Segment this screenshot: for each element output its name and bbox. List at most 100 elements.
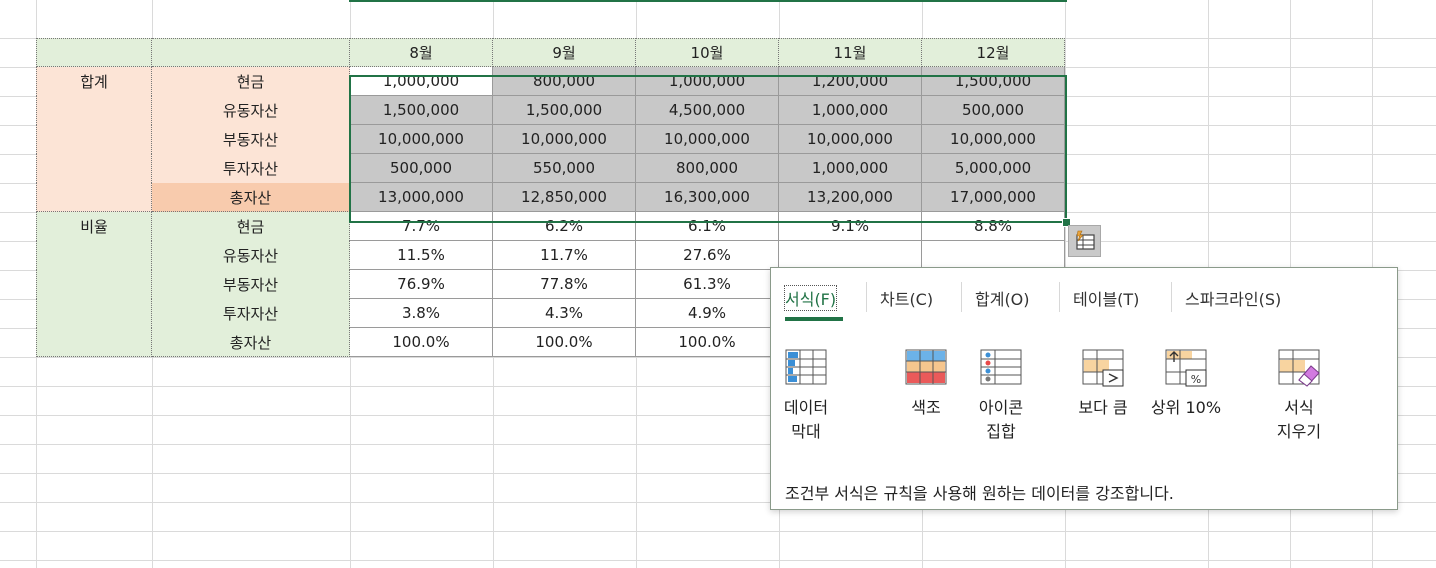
group-label-cell[interactable]: 비율 bbox=[36, 212, 152, 241]
tab-separator bbox=[961, 282, 962, 312]
value-cell[interactable]: 1,500,000 bbox=[922, 67, 1065, 96]
header-label-cell[interactable] bbox=[152, 38, 350, 67]
row-label-cell[interactable]: 현금 bbox=[152, 67, 350, 96]
tool-label: 아이콘 집합 bbox=[978, 398, 1024, 441]
header-corner-cell[interactable] bbox=[36, 38, 152, 67]
value-cell[interactable]: 800,000 bbox=[493, 67, 636, 96]
row-label-cell[interactable]: 총자산 bbox=[152, 328, 350, 357]
value-cell[interactable]: 4.9% bbox=[636, 299, 779, 328]
group-label-cell[interactable] bbox=[36, 125, 152, 154]
value-cell[interactable]: 800,000 bbox=[636, 154, 779, 183]
tab-2[interactable]: 합계(O) bbox=[975, 286, 1030, 310]
value-cell[interactable]: 12,850,000 bbox=[493, 183, 636, 212]
tool-color-scale[interactable]: 색조 bbox=[886, 348, 966, 420]
row-label-cell[interactable]: 투자자산 bbox=[152, 154, 350, 183]
value-cell[interactable]: 13,200,000 bbox=[779, 183, 922, 212]
tool-clear-format[interactable]: 서식 지우기 bbox=[1259, 348, 1339, 444]
greater-than-icon bbox=[1081, 348, 1125, 388]
data-bar-icon bbox=[784, 348, 828, 388]
tab-1[interactable]: 차트(C) bbox=[880, 286, 933, 310]
svg-text:%: % bbox=[1191, 373, 1201, 386]
month-header-cell[interactable]: 10월 bbox=[636, 38, 779, 67]
value-cell[interactable]: 1,000,000 bbox=[779, 154, 922, 183]
tool-top-10-percent[interactable]: % 상위 10% bbox=[1146, 348, 1226, 420]
value-cell[interactable]: 4,500,000 bbox=[636, 96, 779, 125]
tab-4[interactable]: 스파크라인(S) bbox=[1185, 286, 1281, 310]
group-label-cell[interactable] bbox=[36, 96, 152, 125]
value-cell[interactable]: 11.5% bbox=[350, 241, 493, 270]
column-selection-indicator bbox=[349, 0, 1067, 2]
value-cell[interactable] bbox=[922, 241, 1065, 270]
group-label-cell[interactable] bbox=[36, 299, 152, 328]
tab-separator bbox=[1171, 282, 1172, 312]
panel-description: 조건부 서식은 규칙을 사용해 원하는 데이터를 강조합니다. bbox=[785, 484, 1174, 503]
tab-0[interactable]: 서식(F) bbox=[783, 285, 838, 311]
group-label-cell[interactable] bbox=[36, 154, 152, 183]
tool-label: 색조 bbox=[911, 398, 941, 417]
value-cell[interactable]: 1,000,000 bbox=[636, 67, 779, 96]
row-label-cell[interactable]: 부동자산 bbox=[152, 125, 350, 154]
quick-analysis-icon bbox=[1075, 230, 1095, 250]
value-cell[interactable]: 16,300,000 bbox=[636, 183, 779, 212]
value-cell[interactable]: 4.3% bbox=[493, 299, 636, 328]
value-cell[interactable]: 7.7% bbox=[350, 212, 493, 241]
month-header-cell[interactable]: 12월 bbox=[922, 38, 1065, 67]
value-cell[interactable]: 27.6% bbox=[636, 241, 779, 270]
value-cell[interactable]: 1,000,000 bbox=[779, 96, 922, 125]
value-cell[interactable]: 10,000,000 bbox=[636, 125, 779, 154]
month-header-cell[interactable]: 11월 bbox=[779, 38, 922, 67]
month-header-cell[interactable]: 9월 bbox=[493, 38, 636, 67]
row-label-cell[interactable]: 총자산 bbox=[152, 183, 350, 212]
group-label-cell[interactable]: 합계 bbox=[36, 67, 152, 96]
value-cell[interactable]: 1,500,000 bbox=[493, 96, 636, 125]
value-cell[interactable]: 8.8% bbox=[922, 212, 1065, 241]
month-header-cell[interactable]: 8월 bbox=[350, 38, 493, 67]
value-cell[interactable] bbox=[779, 241, 922, 270]
row-gridline bbox=[0, 560, 1436, 561]
group-label-cell[interactable] bbox=[36, 270, 152, 299]
row-label-cell[interactable]: 투자자산 bbox=[152, 299, 350, 328]
tool-greater-than[interactable]: 보다 큼 bbox=[1063, 348, 1143, 420]
quick-analysis-button[interactable] bbox=[1068, 225, 1101, 257]
tool-label: 보다 큼 bbox=[1078, 398, 1128, 417]
value-cell[interactable]: 10,000,000 bbox=[350, 125, 493, 154]
group-label-cell[interactable] bbox=[36, 241, 152, 270]
tool-label: 상위 10% bbox=[1150, 398, 1222, 417]
tool-data-bar[interactable]: 데이터 막대 bbox=[766, 348, 846, 444]
value-cell[interactable]: 10,000,000 bbox=[779, 125, 922, 154]
value-cell[interactable]: 13,000,000 bbox=[350, 183, 493, 212]
tab-3[interactable]: 테이블(T) bbox=[1073, 286, 1139, 310]
row-label-cell[interactable]: 현금 bbox=[152, 212, 350, 241]
value-cell[interactable]: 500,000 bbox=[922, 96, 1065, 125]
value-cell[interactable]: 1,200,000 bbox=[779, 67, 922, 96]
value-cell[interactable]: 100.0% bbox=[350, 328, 493, 357]
row-label-cell[interactable]: 부동자산 bbox=[152, 270, 350, 299]
value-cell[interactable]: 6.2% bbox=[493, 212, 636, 241]
icon-set-icon bbox=[979, 348, 1023, 388]
value-cell[interactable]: 550,000 bbox=[493, 154, 636, 183]
value-cell[interactable]: 500,000 bbox=[350, 154, 493, 183]
value-cell[interactable]: 61.3% bbox=[636, 270, 779, 299]
clear-format-icon bbox=[1277, 348, 1321, 388]
value-cell[interactable]: 3.8% bbox=[350, 299, 493, 328]
active-tab-indicator bbox=[785, 317, 843, 321]
value-cell[interactable]: 6.1% bbox=[636, 212, 779, 241]
value-cell[interactable]: 77.8% bbox=[493, 270, 636, 299]
value-cell[interactable]: 76.9% bbox=[350, 270, 493, 299]
value-cell[interactable]: 10,000,000 bbox=[493, 125, 636, 154]
tool-icon-set[interactable]: 아이콘 집합 bbox=[961, 348, 1041, 444]
value-cell[interactable]: 5,000,000 bbox=[922, 154, 1065, 183]
value-cell[interactable]: 10,000,000 bbox=[922, 125, 1065, 154]
row-label-cell[interactable]: 유동자산 bbox=[152, 241, 350, 270]
value-cell[interactable]: 1,500,000 bbox=[350, 96, 493, 125]
color-scale-icon bbox=[904, 348, 948, 388]
value-cell[interactable]: 100.0% bbox=[493, 328, 636, 357]
value-cell[interactable]: 17,000,000 bbox=[922, 183, 1065, 212]
value-cell[interactable]: 9.1% bbox=[779, 212, 922, 241]
value-cell[interactable]: 11.7% bbox=[493, 241, 636, 270]
row-label-cell[interactable]: 유동자산 bbox=[152, 96, 350, 125]
group-label-cell[interactable] bbox=[36, 328, 152, 357]
group-label-cell[interactable] bbox=[36, 183, 152, 212]
value-cell[interactable]: 100.0% bbox=[636, 328, 779, 357]
value-cell[interactable]: 1,000,000 bbox=[350, 67, 493, 96]
